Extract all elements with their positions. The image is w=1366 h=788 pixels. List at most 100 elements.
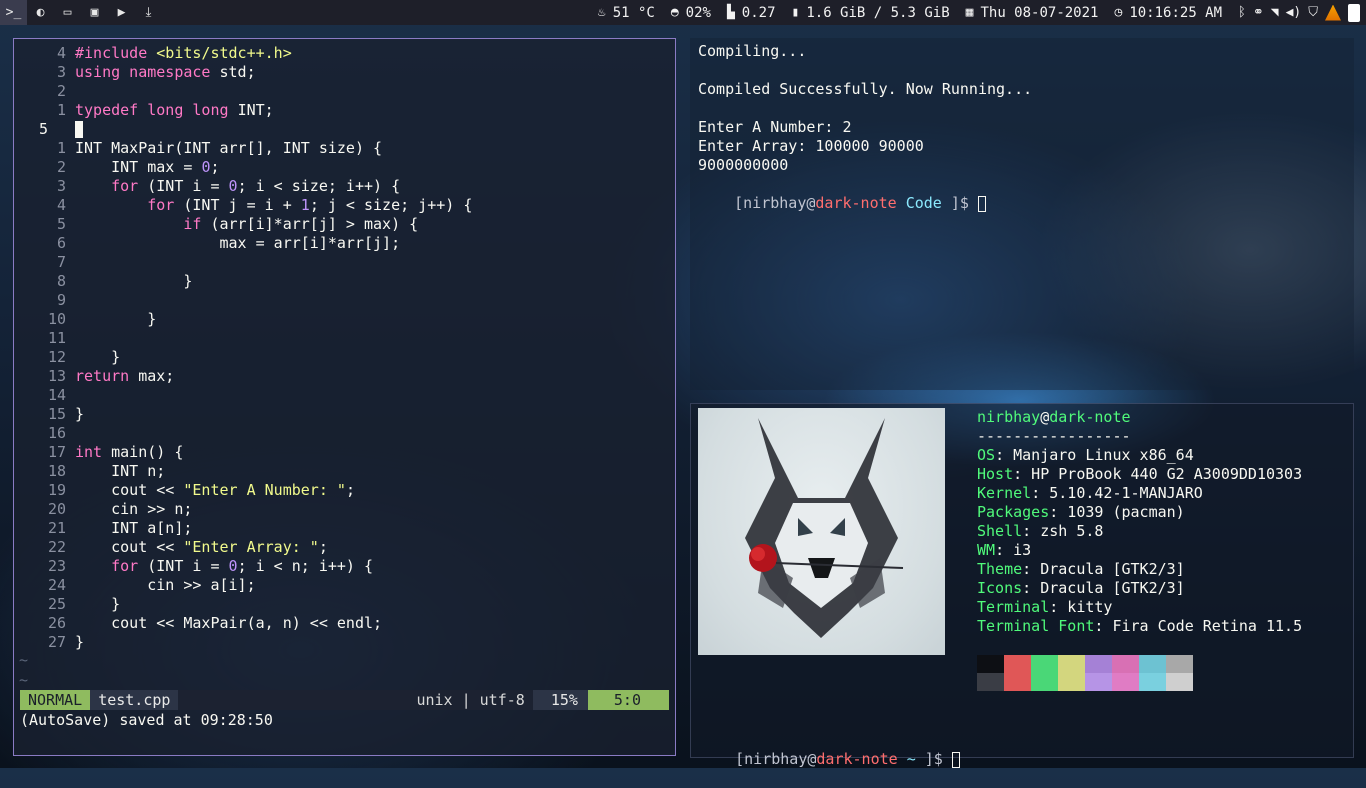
code-token: <bits/stdc++.h> — [156, 44, 292, 62]
code-token: cout << MaxPair(a, n) << endl; — [75, 614, 383, 632]
editor-cursor — [75, 121, 83, 138]
line-number: 2 — [56, 158, 66, 176]
color-swatch — [1004, 673, 1031, 691]
code-token: ; i < size; i++) { — [237, 177, 401, 195]
line-number: 10 — [47, 310, 66, 328]
color-swatch — [977, 655, 1004, 673]
info-row: Host: HP ProBook 440 G2 A3009DD10303 — [977, 465, 1302, 484]
vim-command-line[interactable]: (AutoSave) saved at 09:28:50 — [20, 710, 273, 730]
line-number: 3 — [56, 177, 66, 195]
code-text: cout << "Enter A Number: "; — [75, 481, 355, 500]
shield-icon[interactable]: ⛉ — [1308, 5, 1318, 20]
code-text: cout << MaxPair(a, n) << endl; — [75, 614, 382, 633]
media-player-icon[interactable]: ▶ — [108, 0, 135, 25]
info-row: OS: Manjaro Linux x86_64 — [977, 446, 1194, 465]
volume-icon[interactable]: ◀) — [1286, 5, 1302, 20]
info-row: Kernel: 5.10.42-1-MANJARO — [977, 484, 1203, 503]
output-line: 9000000000 — [698, 156, 789, 174]
prompt-directory: ~ — [906, 750, 916, 768]
terminal-icon[interactable]: >_ — [0, 0, 27, 25]
color-swatch — [1031, 673, 1058, 691]
info-row: Theme: Dracula [GTK2/3] — [977, 560, 1185, 579]
link-icon[interactable]: ⚭ — [1253, 5, 1264, 20]
prompt-user: nirbhay — [744, 750, 808, 768]
empty-line-marker: ~ — [19, 671, 29, 689]
download-icon[interactable]: ⤓ — [135, 0, 162, 25]
info-value: : 5.10.42-1-MANJARO — [1031, 484, 1203, 502]
vlc-icon[interactable] — [1325, 4, 1341, 21]
code-token: (INT i = — [147, 557, 229, 575]
code-token: using namespace — [75, 63, 211, 81]
mode-indicator: NORMAL — [20, 690, 91, 710]
info-value: : 1039 (pacman) — [1049, 503, 1185, 521]
clock-indicator: ◷ 10:16:25 AM — [1114, 5, 1222, 21]
folder-icon[interactable]: ▭ — [54, 0, 81, 25]
code-token: ; i < n; i++) { — [237, 557, 374, 575]
code-token: for — [147, 196, 175, 214]
code-text: for (INT j = i + 1; j < size; j++) { — [75, 196, 472, 215]
browser-icon[interactable]: ◐ — [27, 0, 54, 25]
line-number: 11 — [47, 329, 66, 347]
code-token: std; — [219, 63, 256, 81]
line-number: 25 — [47, 595, 66, 613]
info-row: Packages: 1039 (pacman) — [977, 503, 1185, 522]
code-text: } — [75, 310, 156, 329]
battery-icon[interactable] — [1348, 3, 1360, 22]
line-number: 12 — [47, 348, 66, 366]
code-text: } — [75, 405, 84, 424]
color-swatch — [977, 673, 1004, 691]
bluetooth-icon[interactable]: ᛒ — [1238, 5, 1246, 20]
color-swatch — [1058, 673, 1085, 691]
memory-value: 1.6 GiB / 5.3 GiB — [806, 4, 950, 21]
output-line: Enter Array: 100000 90000 — [698, 137, 924, 155]
system-tray: ᛒ ⚭ ◥ ◀) ⛉ — [1238, 3, 1366, 22]
shell-prompt[interactable]: [nirbhay@dark-note ~ ]$ — [699, 731, 960, 788]
line-number: 27 — [47, 633, 66, 651]
neofetch-terminal-window[interactable]: nirbhay@dark-note ----------------- OS: … — [690, 403, 1354, 768]
code-token: INT MaxPair(INT arr[], INT size) { — [75, 139, 383, 157]
vim-editor-window[interactable]: 4 #include <bits/stdc++.h> 3 using namespac… — [13, 38, 676, 756]
code-token: ; — [210, 158, 220, 176]
info-value: : HP ProBook 440 G2 A3009DD10303 — [1013, 465, 1303, 483]
temperature-indicator: ♨ 51 °C — [598, 5, 655, 21]
line-number: 8 — [56, 272, 66, 290]
code-text: INT MaxPair(INT arr[], INT size) { — [75, 139, 382, 158]
flame-icon: ♨ — [597, 5, 606, 20]
info-label: Terminal — [977, 598, 1050, 616]
info-label: OS — [977, 446, 996, 464]
code-text: return max; — [75, 367, 174, 386]
code-text: max = arr[i]*arr[j]; — [75, 234, 400, 253]
code-text: } — [75, 633, 84, 652]
code-token: } — [75, 405, 85, 423]
wifi-icon[interactable]: ◥ — [1271, 5, 1279, 20]
code-text: cout << "Enter Array: "; — [75, 538, 328, 557]
memory-indicator: ▮ 1.6 GiB / 5.3 GiB — [792, 5, 950, 21]
temperature-value: 51 °C — [612, 4, 655, 21]
color-swatch — [1085, 655, 1112, 673]
terminal-output-window[interactable]: Compiling... Compiled Successfully. Now R… — [690, 38, 1354, 390]
line-number: 4 — [56, 196, 66, 214]
code-text: cin >> a[i]; — [75, 576, 256, 595]
file-name: test.cpp — [90, 690, 179, 710]
output-line: Compiling... — [698, 42, 807, 60]
line-number: 19 — [47, 481, 66, 499]
code-text: } — [75, 272, 192, 291]
code-token: cin >> a[i]; — [75, 576, 256, 594]
system-indicators: ♨ 51 °C ◓ 02% ▙ 0.27 ▮ 1.6 GiB / 5.3 GiB… — [598, 0, 1366, 25]
load-value: 0.27 — [741, 4, 776, 21]
info-label: Icons — [977, 579, 1023, 597]
cursor-position: 5:0 — [587, 690, 669, 710]
info-separator: ----------------- — [977, 427, 1131, 445]
code-token: INT n; — [75, 462, 166, 480]
line-number: 13 — [47, 367, 66, 385]
files-icon[interactable]: ▣ — [81, 0, 108, 25]
line-number: 14 — [47, 386, 66, 404]
info-row: WM: i3 — [977, 541, 1031, 560]
code-token: 1 — [300, 196, 310, 214]
info-label: Kernel — [977, 484, 1032, 502]
shell-prompt[interactable]: [nirbhay@dark-note Code ]$ — [698, 175, 986, 232]
line-number: 23 — [47, 557, 66, 575]
